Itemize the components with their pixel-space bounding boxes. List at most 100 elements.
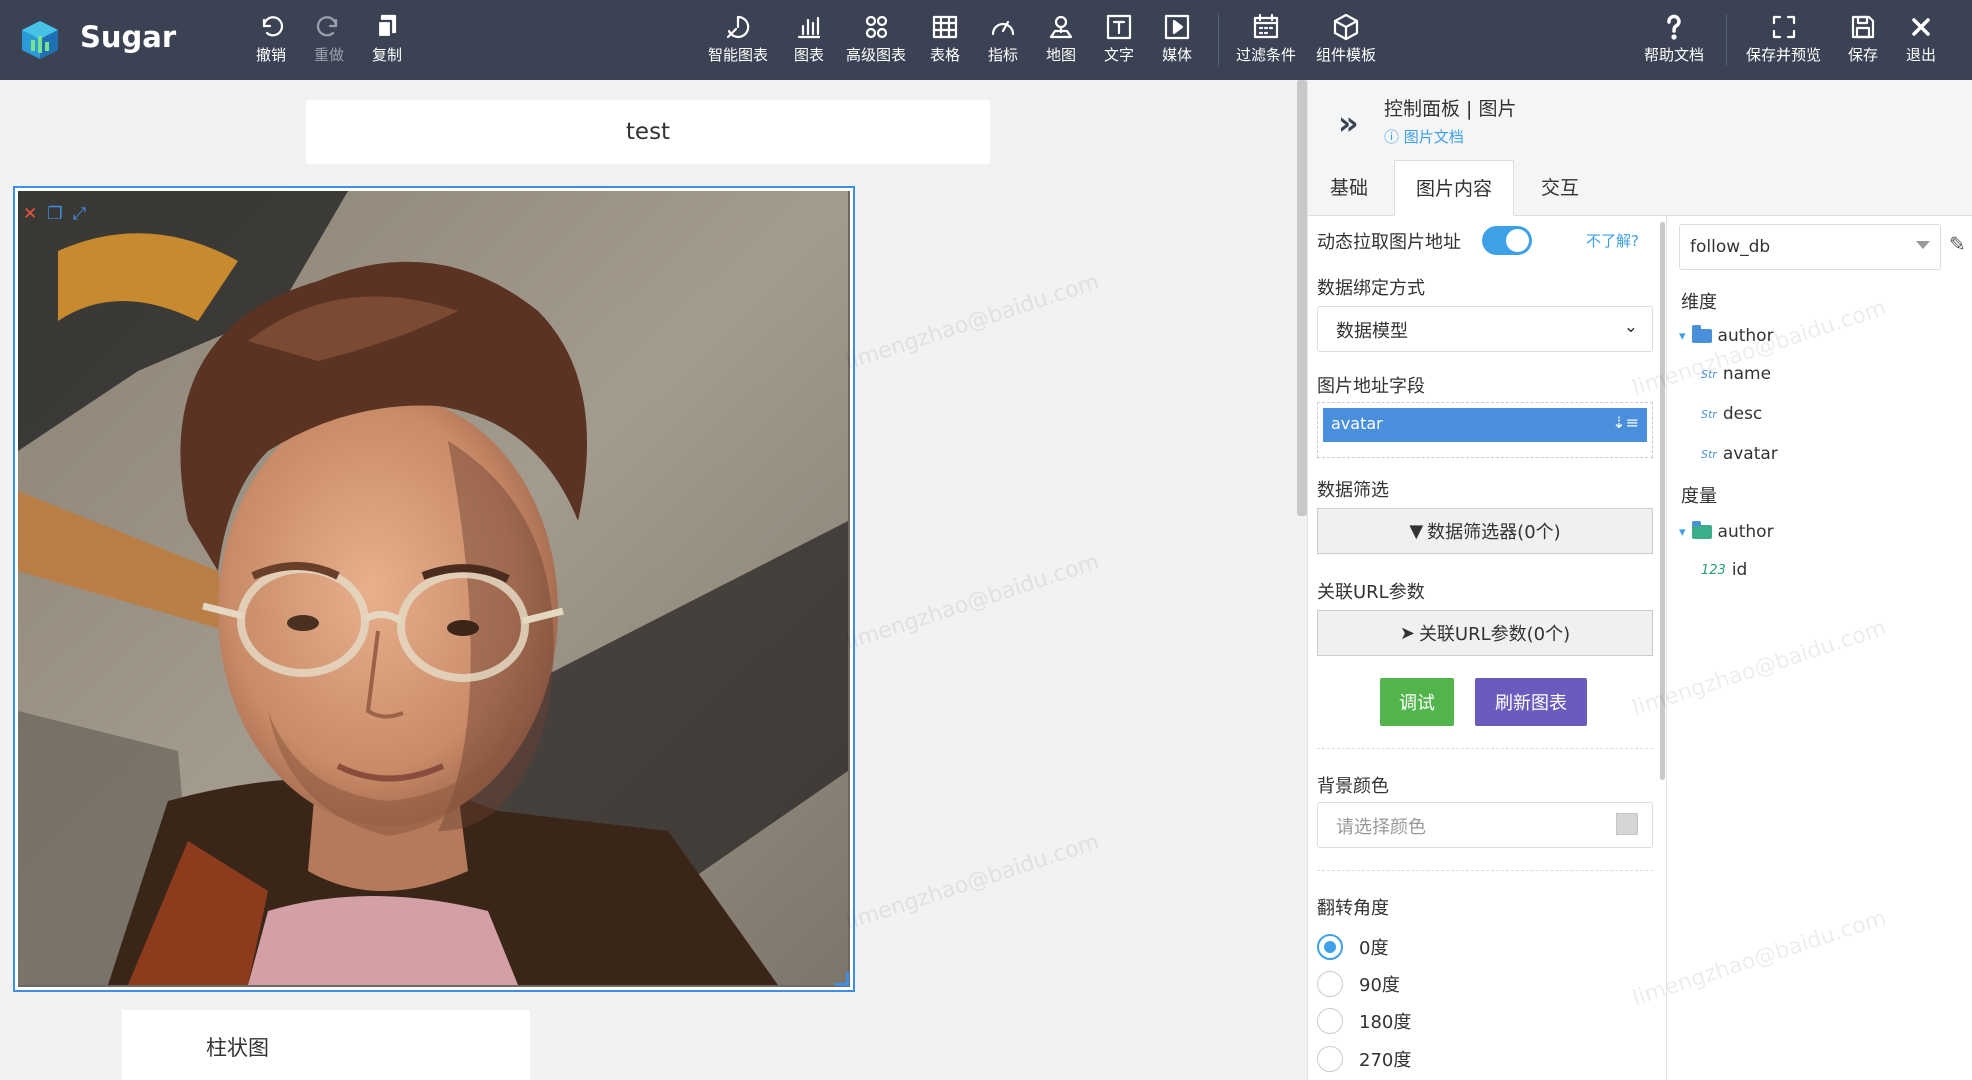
url-field-dropzone[interactable]: avatar ⇣≡ — [1317, 402, 1653, 458]
string-type-icon: Str — [1701, 407, 1717, 421]
portrait-photo — [18, 191, 850, 987]
save-preview-button[interactable]: 保存并预览 — [1746, 12, 1821, 70]
url-param-button[interactable]: ➤ 关联URL参数(0个) — [1317, 610, 1653, 656]
indicator-button[interactable]: 指标 — [988, 12, 1018, 70]
debug-button[interactable]: 调试 — [1380, 678, 1454, 726]
title-widget[interactable]: test — [306, 100, 990, 164]
data-filter-button[interactable]: ▼ 数据筛选器(0个) — [1317, 508, 1653, 554]
duplicate-widget-icon[interactable]: ❐ — [47, 206, 62, 223]
watermark: limengzhao@baidu.com — [1629, 905, 1890, 1012]
field-item[interactable]: 123 id — [1701, 560, 1747, 580]
watermark: limengzhao@baidu.com — [842, 269, 1103, 376]
help-button[interactable]: 帮助文档 — [1644, 12, 1704, 70]
map-label: 地图 — [1046, 46, 1077, 64]
rotate-option-270[interactable]: 270度 — [1317, 1046, 1411, 1072]
smart-chart-button[interactable]: 智能图表 — [708, 12, 768, 70]
toolbar-separator — [1726, 14, 1727, 66]
url-param-button-label: 关联URL参数(0个) — [1418, 624, 1571, 645]
gauge-icon — [991, 20, 1015, 36]
folder-name: author — [1717, 326, 1774, 346]
collapse-panel-icon[interactable]: » — [1338, 104, 1359, 142]
template-button[interactable]: 组件模板 — [1316, 12, 1376, 70]
color-swatch[interactable] — [1616, 813, 1638, 835]
help-label: 帮助文档 — [1644, 46, 1705, 64]
url-param-label: 关联URL参数 — [1317, 582, 1425, 603]
image-widget[interactable]: ✕ ❐ ⤢ — [13, 186, 855, 992]
redo-button[interactable]: 重做 — [314, 12, 344, 70]
measure-heading: 度量 — [1681, 486, 1717, 507]
dynamic-url-toggle[interactable] — [1482, 226, 1532, 255]
delete-widget-icon[interactable]: ✕ — [23, 206, 37, 223]
rotate-option-90[interactable]: 90度 — [1317, 971, 1400, 997]
table-label: 表格 — [930, 46, 961, 64]
form-scrollbar[interactable] — [1660, 222, 1665, 780]
copy-icon — [376, 14, 397, 39]
map-button[interactable]: 地图 — [1046, 12, 1076, 70]
chart-button[interactable]: 图表 — [794, 12, 824, 70]
database-select[interactable]: follow_db — [1679, 224, 1941, 270]
table-button[interactable]: 表格 — [930, 12, 960, 70]
bg-color-label: 背景颜色 — [1317, 776, 1389, 797]
radio-button[interactable] — [1317, 1008, 1343, 1034]
save-label: 保存 — [1848, 46, 1879, 64]
tab-image-content[interactable]: 图片内容 — [1394, 160, 1514, 216]
radio-button[interactable] — [1317, 934, 1343, 960]
redo-label: 重做 — [314, 46, 345, 64]
dashboard-canvas: test ✕ ❐ ⤢ 柱状图 limengzhao@baidu.com lime… — [0, 80, 1296, 1080]
field-item[interactable]: Str name — [1701, 364, 1771, 384]
dimension-folder[interactable]: ▾ author — [1679, 325, 1774, 346]
chevron-down-icon: ▾ — [1679, 524, 1686, 540]
advanced-chart-icon — [865, 15, 888, 39]
image-doc-link[interactable]: ⓘ 图片文档 — [1384, 126, 1464, 147]
refresh-chart-button[interactable]: 刷新图表 — [1475, 678, 1587, 726]
bg-color-picker[interactable]: 请选择颜色 — [1317, 802, 1653, 848]
pencil-icon[interactable]: ✎ — [1949, 232, 1966, 256]
rotate-option-180[interactable]: 180度 — [1317, 1008, 1411, 1034]
url-field-chip[interactable]: avatar ⇣≡ — [1323, 408, 1647, 442]
sort-icon[interactable]: ⇣≡ — [1612, 413, 1639, 432]
template-label: 组件模板 — [1316, 46, 1377, 64]
field-item[interactable]: Str avatar — [1701, 444, 1778, 464]
help-link[interactable]: 不了解? — [1586, 230, 1639, 251]
number-type-icon: 123 — [1701, 562, 1726, 578]
text-label: 文字 — [1104, 46, 1135, 64]
url-field-chip-text: avatar — [1331, 414, 1383, 433]
binding-select-value: 数据模型 — [1336, 321, 1408, 342]
smart-chart-icon — [726, 15, 750, 39]
measure-folder[interactable]: ▾ author — [1679, 521, 1774, 542]
text-button[interactable]: 文字 — [1104, 12, 1134, 70]
radio-button[interactable] — [1317, 971, 1343, 997]
resize-handle[interactable] — [835, 972, 849, 986]
filter-label: 过滤条件 — [1236, 46, 1297, 64]
copy-button[interactable]: 复制 — [372, 12, 402, 70]
string-type-icon: Str — [1701, 367, 1717, 381]
undo-button[interactable]: 撤销 — [256, 12, 286, 70]
filter-button[interactable]: 过滤条件 — [1236, 12, 1296, 70]
exit-label: 退出 — [1906, 46, 1937, 64]
section-divider — [1317, 748, 1653, 749]
image-doc-link-text: 图片文档 — [1403, 128, 1464, 146]
save-button[interactable]: 保存 — [1848, 12, 1878, 70]
save-icon — [1851, 15, 1875, 39]
exit-button[interactable]: 退出 — [1906, 12, 1936, 70]
advanced-chart-button[interactable]: 高级图表 — [846, 12, 906, 70]
rotate-option-label: 90度 — [1359, 975, 1400, 996]
tab-basic[interactable]: 基础 — [1308, 160, 1390, 216]
dimension-heading: 维度 — [1681, 292, 1717, 313]
tab-interaction[interactable]: 交互 — [1514, 160, 1606, 216]
field-name: name — [1722, 364, 1772, 384]
toolbar-separator — [1218, 14, 1219, 66]
close-icon — [1912, 18, 1930, 36]
save-preview-label: 保存并预览 — [1746, 46, 1822, 64]
media-button[interactable]: 媒体 — [1162, 12, 1192, 70]
field-item[interactable]: Str desc — [1701, 404, 1762, 424]
canvas-scrollbar[interactable] — [1297, 80, 1307, 516]
rotate-option-0[interactable]: 0度 — [1317, 934, 1388, 960]
binding-select[interactable]: 数据模型 ⌄ — [1317, 306, 1653, 352]
funnel-icon: ▼ — [1409, 520, 1424, 542]
radio-button[interactable] — [1317, 1046, 1343, 1072]
smart-chart-label: 智能图表 — [708, 46, 769, 64]
expand-widget-icon[interactable]: ⤢ — [73, 206, 87, 223]
bar-chart-widget[interactable]: 柱状图 — [122, 1010, 530, 1080]
field-name: id — [1731, 560, 1748, 580]
